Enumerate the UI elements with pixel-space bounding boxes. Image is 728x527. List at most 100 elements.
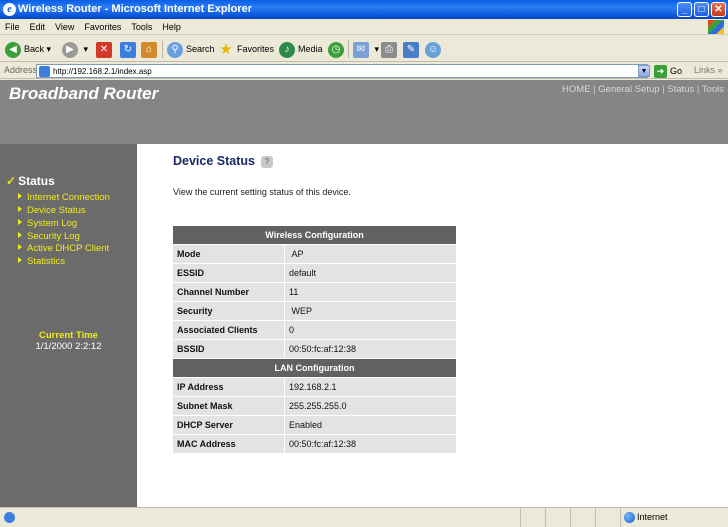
messenger-icon: ☺ <box>425 41 441 58</box>
messenger-button[interactable]: ☺ <box>425 39 444 59</box>
row-label: IP Address <box>173 378 284 396</box>
row-label: Associated Clients <box>173 321 284 339</box>
table-row: ESSID default <box>173 264 456 282</box>
globe-icon <box>624 512 635 523</box>
sidebar-item-active-dhcp-client[interactable]: Active DHCP Client <box>18 243 109 254</box>
back-button[interactable]: ◀ Back ▾ <box>5 39 51 59</box>
home-icon: ⌂ <box>141 41 157 58</box>
nav-home[interactable]: HOME <box>562 84 591 95</box>
ie-logo-icon: e <box>3 3 16 16</box>
go-arrow-icon: ➜ <box>654 65 667 79</box>
nav-status[interactable]: Status <box>667 84 694 95</box>
arrow-right-icon <box>18 232 22 238</box>
row-label: MAC Address <box>173 435 284 453</box>
edit-button[interactable]: ✎ <box>403 39 422 59</box>
statusbar-divider <box>595 508 596 527</box>
window-title: Wireless Router - Microsoft Internet Exp… <box>18 3 253 15</box>
statusbar-divider <box>570 508 571 527</box>
statusbar-divider <box>520 508 521 527</box>
minimize-button[interactable]: _ <box>677 2 692 17</box>
page-description: View the current setting status of this … <box>173 187 351 197</box>
row-value: WEP <box>284 302 456 320</box>
row-value: 255.255.255.0 <box>284 397 456 415</box>
table-row: Security WEP <box>173 302 456 320</box>
go-button[interactable]: ➜ Go <box>654 64 682 79</box>
toolbar-divider <box>348 40 349 58</box>
home-button[interactable]: ⌂ <box>141 39 160 59</box>
row-value: Enabled <box>284 416 456 434</box>
address-label: Address <box>4 65 38 75</box>
row-value: 0 <box>284 321 456 339</box>
sidebar: ✓ Status Internet Connection Device Statu… <box>0 144 137 507</box>
row-label: Mode <box>173 245 284 263</box>
edit-icon: ✎ <box>403 41 419 58</box>
sidebar-item-system-log[interactable]: System Log <box>18 218 77 229</box>
row-label: DHCP Server <box>173 416 284 434</box>
top-nav: HOME | General Setup | Status | Tools <box>562 84 724 95</box>
table-row: Associated Clients 0 <box>173 321 456 339</box>
history-icon: ◷ <box>328 41 344 58</box>
favorites-button[interactable]: ★ Favorites <box>218 39 274 59</box>
wireless-config-heading: Wireless Configuration <box>173 226 456 244</box>
forward-button[interactable]: ▶ ▾ <box>62 39 88 59</box>
menu-help[interactable]: Help <box>157 19 186 35</box>
table-row: BSSID 00:50:fc:af:12:38 <box>173 340 456 358</box>
forward-arrow-icon: ▶ <box>62 41 78 58</box>
address-dropdown-button[interactable]: ▼ <box>638 65 650 77</box>
refresh-button[interactable]: ↻ <box>120 39 139 59</box>
sidebar-item-internet-connection[interactable]: Internet Connection <box>18 192 110 203</box>
arrow-right-icon <box>18 257 22 263</box>
nav-general-setup[interactable]: General Setup <box>598 84 659 95</box>
table-row: MAC Address 00:50:fc:af:12:38 <box>173 435 456 453</box>
row-value: AP <box>284 245 456 263</box>
menu-tools[interactable]: Tools <box>126 19 157 35</box>
table-row: Subnet Mask 255.255.255.0 <box>173 397 456 415</box>
statusbar-divider <box>545 508 546 527</box>
maximize-button[interactable]: □ <box>694 2 709 17</box>
sidebar-item-statistics[interactable]: Statistics <box>18 256 65 267</box>
menu-favorites[interactable]: Favorites <box>79 19 126 35</box>
menu-bar: File Edit View Favorites Tools Help <box>0 19 728 35</box>
row-value: default <box>284 264 456 282</box>
brand-title: Broadband Router <box>9 84 159 103</box>
row-value: 192.168.2.1 <box>284 378 456 396</box>
nav-tools[interactable]: Tools <box>702 84 724 95</box>
status-bar: Internet <box>0 507 728 527</box>
section-header-row: LAN Configuration <box>173 359 456 377</box>
links-button[interactable]: Links » <box>694 62 723 79</box>
arrow-right-icon <box>18 206 22 212</box>
page-status-icon <box>4 512 15 523</box>
stop-button[interactable]: ✕ <box>96 39 115 59</box>
refresh-icon: ↻ <box>120 41 136 58</box>
sidebar-section-status[interactable]: ✓ Status <box>6 174 55 188</box>
menu-edit[interactable]: Edit <box>25 19 51 35</box>
close-button[interactable]: ✕ <box>711 2 726 17</box>
history-button[interactable]: ◷ <box>328 39 347 59</box>
arrow-right-icon <box>18 244 22 250</box>
table-row: Mode AP <box>173 245 456 263</box>
help-icon[interactable]: ? <box>261 156 273 168</box>
current-time-value: 1/1/2000 2:2:12 <box>35 341 102 352</box>
address-input[interactable]: http://192.168.2.1/index.asp <box>36 64 648 78</box>
toolbar: ◀ Back ▾ ▶ ▾ ✕ ↻ ⌂ ⚲ Search ★ Favorites ♪ Me… <box>0 35 728 62</box>
media-button[interactable]: ♪ Media <box>279 39 323 59</box>
row-label: ESSID <box>173 264 284 282</box>
favorites-star-icon: ★ <box>219 40 233 58</box>
menu-view[interactable]: View <box>50 19 79 35</box>
search-icon: ⚲ <box>167 41 183 58</box>
page-icon <box>39 66 50 77</box>
page-viewport: Broadband Router HOME | General Setup | … <box>0 80 728 507</box>
row-value: 00:50:fc:af:12:38 <box>284 435 456 453</box>
table-row: IP Address 192.168.2.1 <box>173 378 456 396</box>
row-label: BSSID <box>173 340 284 358</box>
page-title: Device Status <box>173 154 255 168</box>
search-button[interactable]: ⚲ Search <box>167 39 215 59</box>
print-button[interactable]: ⎙ <box>381 39 400 59</box>
table-row: Channel Number 11 <box>173 283 456 301</box>
row-value: 11 <box>284 283 456 301</box>
sidebar-item-security-log[interactable]: Security Log <box>18 231 80 242</box>
row-label: Security <box>173 302 284 320</box>
sidebar-item-device-status[interactable]: Device Status <box>18 205 86 216</box>
mail-button[interactable]: ✉ ▾ <box>353 39 379 59</box>
menu-file[interactable]: File <box>0 19 25 35</box>
